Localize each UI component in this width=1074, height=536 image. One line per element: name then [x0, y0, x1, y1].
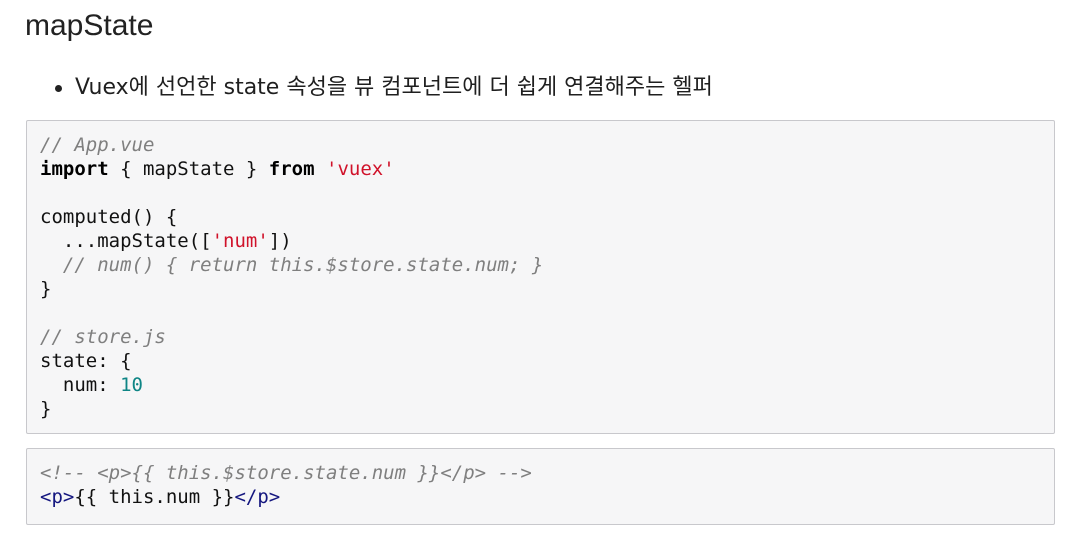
code-line: }: [40, 277, 1054, 301]
code-line: <!-- <p>{{ this.$store.state.num }}</p> …: [40, 461, 1054, 485]
code-keyword: import: [40, 158, 109, 180]
code-line: // store.js: [40, 325, 1054, 349]
code-comment: // App.vue: [40, 134, 155, 156]
code-text: computed() {: [40, 206, 178, 228]
code-comment: // num() { return this.$store.state.num;…: [40, 254, 544, 276]
code-string: 'num': [211, 230, 269, 252]
code-line: computed() {: [40, 205, 1054, 229]
code-number: 10: [120, 374, 143, 396]
section-heading: mapState: [25, 9, 154, 42]
code-text: {{ this.num }}: [74, 486, 235, 508]
code-text: { mapState }: [108, 158, 269, 180]
code-tag: </p>: [234, 486, 281, 508]
code-comment: <!-- <p>{{ this.$store.state.num }}</p> …: [40, 462, 532, 484]
code-line: <p>{{ this.num }}</p>: [40, 485, 1054, 509]
code-line: import { mapState } from 'vuex': [40, 157, 1054, 181]
code-string: 'vuex': [326, 158, 395, 180]
code-line: // num() { return this.$store.state.num;…: [40, 253, 1054, 277]
code-line: state: {: [40, 349, 1054, 373]
code-line: // App.vue: [40, 133, 1054, 157]
description-list: Vuex에 선언한 state 속성을 뷰 컴포넌트에 더 쉽게 연결해주는 헬…: [52, 72, 713, 104]
code-comment: // store.js: [40, 326, 166, 348]
code-text: state: {: [40, 350, 132, 372]
code-text: ...mapState([: [40, 230, 212, 252]
code-block-html: <!-- <p>{{ this.$store.state.num }}</p> …: [26, 448, 1055, 525]
code-text: num:: [40, 374, 121, 396]
code-line: num: 10: [40, 373, 1054, 397]
code-tag: <p>: [40, 486, 75, 508]
code-line: ...mapState(['num']): [40, 229, 1054, 253]
code-text: }: [40, 278, 52, 300]
description-item: Vuex에 선언한 state 속성을 뷰 컴포넌트에 더 쉽게 연결해주는 헬…: [52, 72, 713, 104]
code-text: ]): [268, 230, 292, 252]
code-line: }: [40, 397, 1054, 421]
code-text: }: [40, 398, 52, 420]
bullet-dot-icon: [55, 85, 62, 92]
code-keyword: from: [268, 158, 315, 180]
description-text: Vuex에 선언한 state 속성을 뷰 컴포넌트에 더 쉽게 연결해주는 헬…: [75, 75, 713, 100]
code-block-js: // App.vue import { mapState } from 'vue…: [26, 120, 1055, 434]
